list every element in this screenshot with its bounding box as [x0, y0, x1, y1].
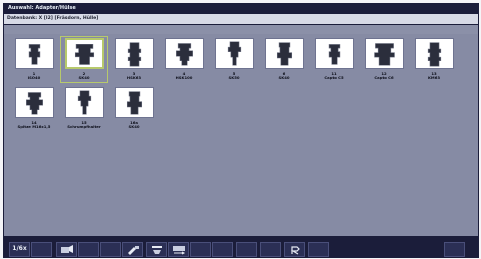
- tool-holder-icon: [16, 88, 53, 117]
- adapter-thumbnail: [115, 87, 154, 118]
- tool-holder-icon: [416, 39, 453, 68]
- adapter-label: HSK63: [126, 75, 142, 80]
- tool-holder-icon: [266, 39, 303, 68]
- adapter-tile[interactable]: 16a SK40: [109, 85, 159, 134]
- adapter-label: Spitze M16x1,5: [17, 124, 51, 129]
- adapter-thumbnail: [215, 38, 254, 69]
- adapter-thumbnail: [165, 38, 204, 69]
- adapter-label: KM63: [427, 75, 440, 80]
- adapter-label: SK40: [78, 75, 90, 80]
- adapter-tile[interactable]: 13 KM63: [409, 36, 459, 85]
- adapter-tile[interactable]: 5 SK50: [209, 36, 259, 85]
- adapter-label: Schrumpfhalter: [67, 124, 101, 129]
- softkey-4[interactable]: [78, 242, 99, 257]
- adapter-tile[interactable]: 12 Capto C6: [359, 36, 409, 85]
- softkey-14[interactable]: [308, 242, 329, 257]
- softkey-15[interactable]: [444, 242, 465, 257]
- adapter-label: ISO40: [27, 75, 41, 80]
- adapter-thumbnail: [265, 38, 304, 69]
- tool-holder-icon: [166, 39, 203, 68]
- softkey-9[interactable]: [190, 242, 211, 257]
- softkey-10[interactable]: [212, 242, 233, 257]
- adapter-label: HSK100: [175, 75, 193, 80]
- adapter-list: 1 ISO40 2 SK40 3 HSK63 4 HSK100 5 SK50 6 SK40 11 Capt…: [4, 34, 478, 236]
- adapter-label: Capto C5: [324, 75, 344, 80]
- adapter-tile[interactable]: 14 Spitze M16x1,5: [9, 85, 59, 134]
- tool-holder-icon: [66, 88, 103, 117]
- adapter-thumbnail: [115, 38, 154, 69]
- adapter-label: SK40: [278, 75, 290, 80]
- adapter-thumbnail: [315, 38, 354, 69]
- softkey-label: 1/6x: [12, 245, 27, 252]
- adapter-thumbnail: [415, 38, 454, 69]
- softkey-5[interactable]: [100, 242, 121, 257]
- adapter-tile[interactable]: 15 Schrumpfhalter: [59, 85, 109, 134]
- tool-holder-icon: [316, 39, 353, 68]
- header-strip: [4, 25, 478, 34]
- tool-holder-icon: [366, 39, 403, 68]
- tool-holder-icon: [16, 39, 53, 68]
- softkey-3[interactable]: [56, 242, 77, 257]
- softkey-2[interactable]: [31, 242, 52, 257]
- adapter-tile[interactable]: 3 HSK63: [109, 36, 159, 85]
- tool-holder-icon: [67, 40, 102, 67]
- adapter-grid: 1 ISO40 2 SK40 3 HSK63 4 HSK100 5 SK50 6 SK40 11 Capt…: [9, 36, 479, 134]
- adapter-tile[interactable]: 4 HSK100: [159, 36, 209, 85]
- adapter-thumbnail: [65, 38, 104, 69]
- softkey-bar: 1/6x: [4, 236, 478, 258]
- adapter-label: SK50: [228, 75, 240, 80]
- tool-holder-icon: [116, 88, 153, 117]
- tool-holder-icon: [116, 39, 153, 68]
- database-path: Datenbank: X [I2] [Fräsdorn, Hülle]: [4, 14, 478, 24]
- app-window: Auswahl: Adapter/Hülse Datenbank: X [I2]…: [3, 3, 479, 258]
- adapter-tile[interactable]: 6 SK40: [259, 36, 309, 85]
- adapter-thumbnail: [65, 87, 104, 118]
- window-title: Auswahl: Adapter/Hülse: [3, 3, 479, 13]
- adapter-tile[interactable]: 11 Capto C5: [309, 36, 359, 85]
- softkey-6[interactable]: [122, 242, 143, 257]
- adapter-tile[interactable]: 1 ISO40: [9, 36, 59, 85]
- adapter-label: Capto C6: [374, 75, 394, 80]
- softkey-12[interactable]: [260, 242, 281, 257]
- softkey-7[interactable]: [146, 242, 167, 257]
- adapter-thumbnail: [15, 38, 54, 69]
- adapter-thumbnail: [15, 87, 54, 118]
- softkey-11[interactable]: [236, 242, 257, 257]
- adapter-label: SK40: [128, 124, 140, 129]
- softkey-13[interactable]: [284, 242, 305, 257]
- softkey-1[interactable]: 1/6x: [9, 242, 30, 257]
- softkey-8[interactable]: [168, 242, 189, 257]
- tool-holder-icon: [216, 39, 253, 68]
- adapter-thumbnail: [365, 38, 404, 69]
- adapter-tile[interactable]: 2 SK40: [59, 36, 109, 85]
